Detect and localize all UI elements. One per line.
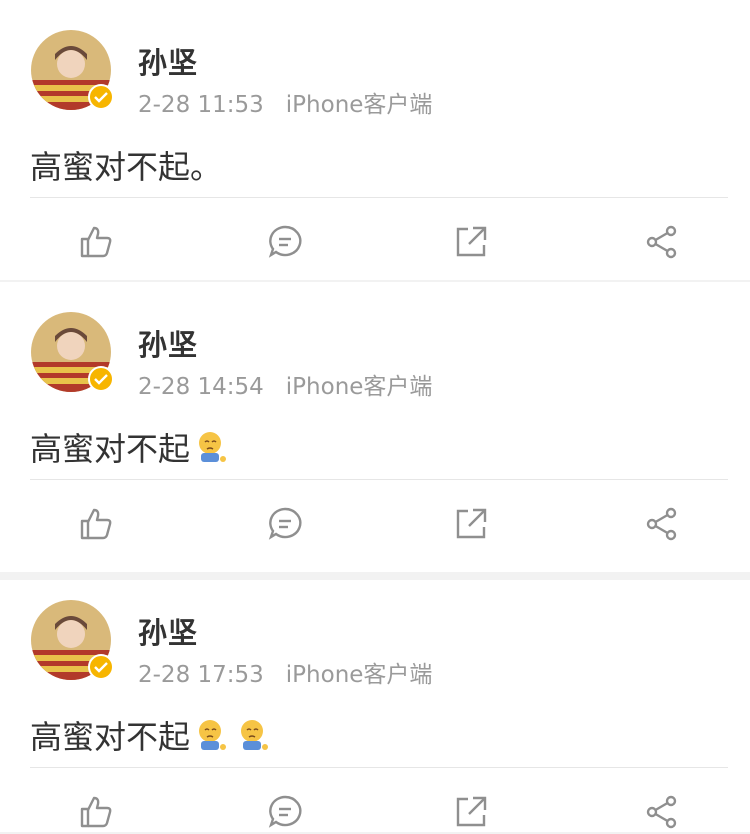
username[interactable]: 孙坚	[138, 322, 198, 364]
repost-icon	[456, 796, 487, 827]
sad-face-emoji-icon	[241, 720, 269, 750]
post-text: 高蜜对不起	[30, 712, 270, 758]
action-bar	[0, 480, 750, 562]
share-button[interactable]	[640, 220, 684, 264]
post-time: 2-28 14:54	[138, 374, 264, 400]
post-meta: 2-28 11:53 iPhone客户端	[138, 85, 432, 119]
verified-badge-icon	[88, 84, 114, 110]
repost-button[interactable]	[449, 220, 493, 264]
post-time: 2-28 17:53	[138, 662, 264, 688]
post-text-content: 高蜜对不起。	[30, 148, 223, 186]
sad-face-emoji-icon	[199, 720, 227, 750]
comment-icon	[268, 225, 302, 258]
like-icon	[80, 796, 112, 828]
post-source: iPhone客户端	[285, 92, 433, 118]
post-text: 高蜜对不起	[30, 424, 228, 470]
like-button[interactable]	[74, 790, 118, 834]
like-button[interactable]	[74, 220, 118, 264]
share-button[interactable]	[640, 790, 684, 834]
like-button[interactable]	[74, 502, 118, 546]
username[interactable]: 孙坚	[138, 40, 198, 82]
repost-icon	[456, 508, 487, 539]
share-icon	[646, 225, 677, 259]
repost-icon	[456, 226, 487, 257]
sad-face-emoji-icon	[199, 432, 227, 462]
like-icon	[80, 508, 112, 540]
post-time: 2-28 11:53	[138, 92, 264, 118]
comment-button[interactable]	[263, 790, 307, 834]
share-button[interactable]	[640, 502, 684, 546]
like-icon	[80, 226, 112, 258]
repost-button[interactable]	[449, 502, 493, 546]
post-text: 高蜜对不起。	[30, 142, 222, 188]
post-text-content: 高蜜对不起	[30, 430, 191, 468]
post-card[interactable]: 孙坚 2-28 14:54 iPhone客户端 高蜜对不起	[0, 282, 750, 572]
share-icon	[646, 507, 677, 541]
comment-button[interactable]	[263, 502, 307, 546]
action-bar	[0, 768, 750, 832]
verified-badge-icon	[88, 366, 114, 392]
post-meta: 2-28 17:53 iPhone客户端	[138, 655, 432, 689]
username[interactable]: 孙坚	[138, 610, 198, 652]
repost-button[interactable]	[449, 790, 493, 834]
comment-button[interactable]	[263, 220, 307, 264]
post-card[interactable]: 孙坚 2-28 11:53 iPhone客户端 高蜜对不起。	[0, 0, 750, 280]
post-text-content: 高蜜对不起	[30, 718, 191, 756]
share-icon	[646, 795, 677, 829]
verified-badge-icon	[88, 654, 114, 680]
post-meta: 2-28 14:54 iPhone客户端	[138, 367, 432, 401]
comment-icon	[268, 795, 302, 828]
comment-icon	[268, 507, 302, 540]
post-source: iPhone客户端	[285, 374, 433, 400]
action-bar	[0, 198, 750, 280]
post-source: iPhone客户端	[285, 662, 433, 688]
post-card[interactable]: 孙坚 2-28 17:53 iPhone客户端 高蜜对不起	[0, 580, 750, 832]
